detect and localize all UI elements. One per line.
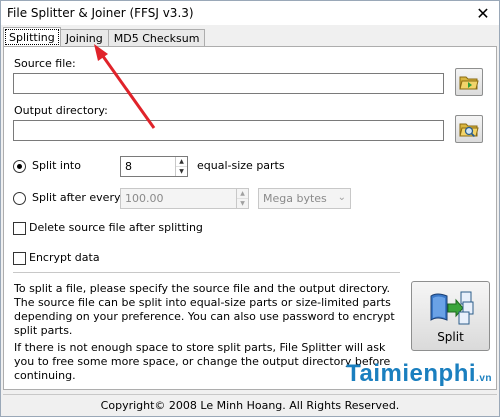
- close-icon[interactable]: ✕: [473, 3, 493, 23]
- split-files-icon: [430, 291, 473, 325]
- stepper-down-icon[interactable]: ▼: [176, 166, 187, 176]
- split-button-label: Split: [437, 330, 464, 344]
- stepper-arrows: ▲ ▼: [236, 189, 248, 208]
- size-unit-select[interactable]: Mega bytes ⌄: [258, 188, 351, 209]
- browse-output-button[interactable]: [455, 115, 483, 143]
- source-file-label: Source file:: [14, 57, 76, 70]
- output-directory-label: Output directory:: [14, 104, 108, 117]
- split-into-radio[interactable]: [13, 160, 26, 173]
- stepper-arrows: ▲ ▼: [175, 157, 187, 176]
- watermark-brand: Taimienphi: [346, 360, 477, 387]
- split-parts-value[interactable]: 8: [121, 157, 175, 176]
- status-bar: Copyright© 2008 Le Minh Hoang. All Right…: [3, 394, 497, 415]
- title-bar: File Splitter & Joiner (FFSJ v3.3) ✕: [1, 1, 499, 25]
- split-after-radio[interactable]: [13, 192, 26, 205]
- watermark-suffix: .vn: [476, 373, 492, 384]
- window-title: File Splitter & Joiner (FFSJ v3.3): [7, 6, 194, 20]
- info-paragraph-1: To split a file, please specify the sour…: [14, 282, 395, 337]
- stepper-down-icon[interactable]: ▼: [237, 198, 248, 208]
- tab-md5-checksum[interactable]: MD5 Checksum: [107, 29, 206, 47]
- encrypt-data-label: Encrypt data: [29, 251, 100, 264]
- stepper-up-icon[interactable]: ▲: [237, 189, 248, 198]
- browse-source-button[interactable]: [455, 68, 483, 96]
- source-file-input[interactable]: [13, 73, 444, 94]
- split-into-label: Split into: [32, 159, 81, 172]
- size-unit-value: Mega bytes: [263, 192, 327, 205]
- split-after-label: Split after every: [32, 191, 121, 204]
- output-directory-input[interactable]: [13, 120, 444, 141]
- encrypt-data-checkbox[interactable]: [13, 252, 26, 265]
- tab-splitting[interactable]: Splitting: [3, 27, 61, 47]
- split-size-stepper[interactable]: 100.00 ▲ ▼: [120, 188, 249, 209]
- split-parts-stepper[interactable]: 8 ▲ ▼: [120, 156, 188, 177]
- equal-size-parts-label: equal-size parts: [197, 159, 285, 172]
- app-window: File Splitter & Joiner (FFSJ v3.3) ✕ Spl…: [0, 0, 500, 417]
- split-size-value[interactable]: 100.00: [121, 189, 236, 208]
- split-button[interactable]: Split: [411, 281, 490, 351]
- chevron-down-icon: ⌄: [337, 192, 346, 203]
- copyright-text: Copyright© 2008 Le Minh Hoang. All Right…: [100, 398, 400, 412]
- tab-strip: Splitting Joining MD5 Checksum: [3, 27, 206, 47]
- watermark-logo: Taimienphi.vn: [346, 360, 492, 388]
- tab-joining[interactable]: Joining: [59, 29, 109, 47]
- delete-source-checkbox[interactable]: [13, 222, 26, 235]
- radio-selected-dot: [17, 164, 22, 169]
- folder-open-icon: [459, 76, 479, 90]
- delete-source-label: Delete source file after splitting: [29, 221, 203, 234]
- divider: [13, 272, 400, 273]
- stepper-up-icon[interactable]: ▲: [176, 157, 187, 166]
- folder-search-icon: [459, 123, 479, 138]
